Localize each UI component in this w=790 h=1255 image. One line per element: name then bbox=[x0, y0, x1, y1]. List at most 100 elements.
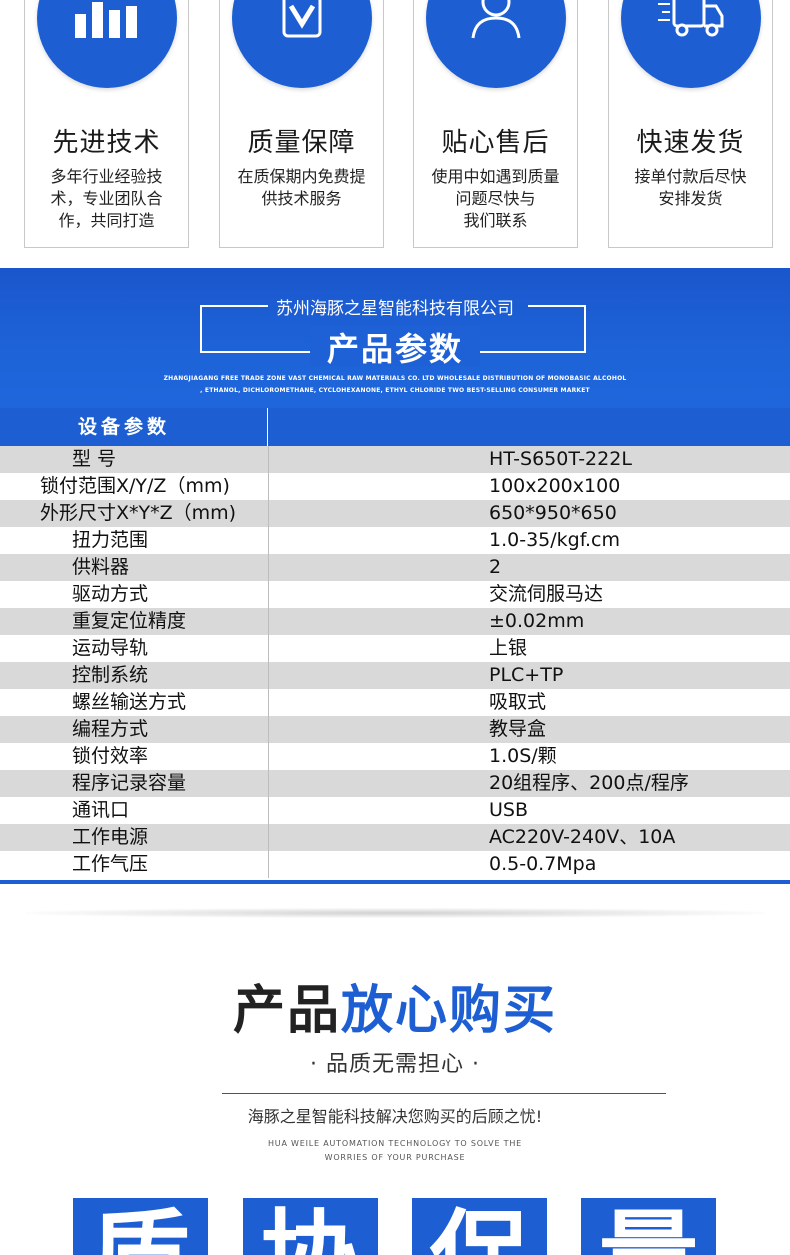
feature-desc: 多年行业经验技 术，专业团队合 作，共同打造 bbox=[35, 166, 178, 232]
column-divider bbox=[268, 770, 269, 797]
table-row: 运动导轨 上银 bbox=[0, 635, 790, 662]
buy-english-line: WORRIES OF YOUR PURCHASE bbox=[324, 1153, 466, 1162]
users-icon bbox=[471, 0, 520, 39]
column-divider bbox=[268, 527, 269, 554]
param-value: 吸取式 bbox=[489, 691, 547, 713]
column-divider bbox=[268, 635, 269, 662]
feature-title: 质量保障 bbox=[247, 128, 356, 158]
buy-subtitle: · 品质无需担心 · bbox=[310, 1052, 480, 1077]
param-value: 上银 bbox=[489, 637, 528, 659]
column-divider bbox=[268, 662, 269, 689]
feature-desc: 使用中如遇到质量 问题尽快与 我们联系 bbox=[424, 166, 567, 232]
table-row: 外形尺寸X*Y*Z（mm) 650*950*650 bbox=[0, 500, 790, 527]
param-name: 控制系统 bbox=[72, 664, 149, 686]
param-value: 20组程序、200点/程序 bbox=[489, 772, 689, 794]
param-value: 1.0S/颗 bbox=[489, 745, 557, 767]
column-divider bbox=[268, 824, 269, 851]
table-row: 工作气压 0.5-0.7Mpa bbox=[0, 851, 790, 878]
param-name: 通讯口 bbox=[72, 799, 130, 821]
table-header-label: 设备参数 bbox=[0, 408, 268, 446]
feature-desc-line: 多年行业经验技 bbox=[50, 167, 163, 186]
param-name: 重复定位精度 bbox=[72, 610, 187, 632]
company-name: 苏州海豚之星智能科技有限公司 bbox=[276, 299, 514, 319]
char-tile: 保 bbox=[412, 1198, 547, 1255]
param-value: HT-S650T-222L bbox=[489, 448, 632, 470]
feature-desc: 在质保期内免费提 供技术服务 bbox=[230, 166, 373, 210]
feature-circle bbox=[36, 0, 177, 88]
table-row: 控制系统 PLC+TP bbox=[0, 662, 790, 689]
column-divider bbox=[268, 581, 269, 608]
column-divider bbox=[268, 689, 269, 716]
feature-desc-line: 术，专业团队合 bbox=[50, 189, 163, 208]
param-name: 外形尺寸X*Y*Z（mm) bbox=[40, 502, 237, 524]
buy-description: 海豚之星智能科技解决您购买的后顾之忧! bbox=[247, 1107, 543, 1126]
param-value: 100x200x100 bbox=[489, 475, 621, 497]
tile-char: 量 bbox=[581, 1208, 716, 1255]
feature-card-tech: 先进技术 多年行业经验技 术，专业团队合 作，共同打造 bbox=[24, 0, 189, 248]
feature-cards: 先进技术 多年行业经验技 术，专业团队合 作，共同打造 质量保障 在质保期内免费… bbox=[0, 0, 790, 268]
tile-char: 协 bbox=[243, 1208, 378, 1255]
feature-desc-line: 供技术服务 bbox=[261, 189, 342, 208]
param-name: 编程方式 bbox=[72, 718, 149, 740]
param-name: 锁付效率 bbox=[72, 745, 149, 767]
param-name: 螺丝输送方式 bbox=[72, 691, 187, 713]
feature-title: 先进技术 bbox=[52, 128, 161, 158]
feature-desc-line: 作，共同打造 bbox=[58, 211, 155, 230]
buy-english-line: HUA WEILE AUTOMATION TECHNOLOGY TO SOLVE… bbox=[267, 1139, 523, 1148]
table-row: 螺丝输送方式 吸取式 bbox=[0, 689, 790, 716]
param-value: 教导盒 bbox=[489, 718, 547, 740]
feature-card-quality: 质量保障 在质保期内免费提 供技术服务 bbox=[219, 0, 384, 248]
table-row: 程序记录容量 20组程序、200点/程序 bbox=[0, 770, 790, 797]
feature-title: 快速发货 bbox=[636, 128, 745, 158]
table-row: 供料器 2 bbox=[0, 554, 790, 581]
feature-desc-line: 接单付款后尽快 bbox=[634, 167, 747, 186]
table-row: 锁付范围X/Y/Z（mm) 100x200x100 bbox=[0, 473, 790, 500]
banner-english-line: ZHANGJIAGANG FREE TRADE ZONE VAST CHEMIC… bbox=[163, 375, 627, 382]
column-divider bbox=[268, 554, 269, 581]
table-row: 驱动方式 交流伺服马达 bbox=[0, 581, 790, 608]
feature-desc-line: 安排发货 bbox=[658, 189, 723, 208]
param-value: AC220V-240V、10A bbox=[489, 826, 676, 848]
table-row: 编程方式 教导盒 bbox=[0, 716, 790, 743]
char-tile: 协 bbox=[243, 1198, 378, 1255]
param-value: ±0.02mm bbox=[489, 610, 585, 632]
feature-circle bbox=[620, 0, 761, 88]
param-name: 供料器 bbox=[72, 556, 130, 578]
column-divider bbox=[268, 608, 269, 635]
tile-char: 质 bbox=[73, 1208, 208, 1255]
table-row: 锁付效率 1.0S/颗 bbox=[0, 743, 790, 770]
truck-icon bbox=[657, 0, 723, 37]
table-row: 型 号 HT-S650T-222L bbox=[0, 446, 790, 473]
param-name: 工作气压 bbox=[72, 853, 149, 875]
shield-check-icon bbox=[282, 0, 321, 38]
feature-desc-line: 问题尽快与 bbox=[455, 189, 536, 208]
param-name: 扭力范围 bbox=[72, 529, 149, 551]
feature-title: 贴心售后 bbox=[441, 128, 550, 158]
param-value: 1.0-35/kgf.cm bbox=[489, 529, 621, 551]
table-row: 通讯口 USB bbox=[0, 797, 790, 824]
param-value: 2 bbox=[489, 556, 502, 578]
column-divider bbox=[268, 797, 269, 824]
param-name: 工作电源 bbox=[72, 826, 149, 848]
tile-char: 保 bbox=[412, 1208, 547, 1255]
param-name: 程序记录容量 bbox=[72, 772, 187, 794]
banner-english-line: , ETHANOL, DICHLOROMETHANE, CYCLOHEXANON… bbox=[200, 387, 590, 394]
section-divider-shadow bbox=[25, 908, 765, 918]
table-row: 工作电源 AC220V-240V、10A bbox=[0, 824, 790, 851]
column-divider bbox=[268, 473, 269, 500]
params-table: 设备参数 型 号 HT-S650T-222L 锁付范围X/Y/Z（mm) 100x20… bbox=[0, 408, 790, 878]
table-body: 型 号 HT-S650T-222L 锁付范围X/Y/Z（mm) 100x200x100… bbox=[0, 446, 790, 878]
param-name: 驱动方式 bbox=[72, 583, 149, 605]
feature-circle bbox=[231, 0, 372, 88]
char-tile: 质 bbox=[73, 1198, 208, 1255]
feature-card-service: 贴心售后 使用中如遇到质量 问题尽快与 我们联系 bbox=[413, 0, 578, 248]
column-divider bbox=[268, 716, 269, 743]
param-name: 运动导轨 bbox=[72, 637, 149, 659]
feature-desc-line: 我们联系 bbox=[463, 211, 528, 230]
char-tile: 量 bbox=[581, 1198, 716, 1255]
param-value: USB bbox=[489, 799, 529, 821]
param-name: 锁付范围X/Y/Z（mm) bbox=[40, 475, 230, 497]
table-row: 重复定位精度 ±0.02mm bbox=[0, 608, 790, 635]
buy-title-blue: 放心购买 bbox=[341, 981, 558, 1041]
bar-chart-icon bbox=[74, 2, 137, 38]
